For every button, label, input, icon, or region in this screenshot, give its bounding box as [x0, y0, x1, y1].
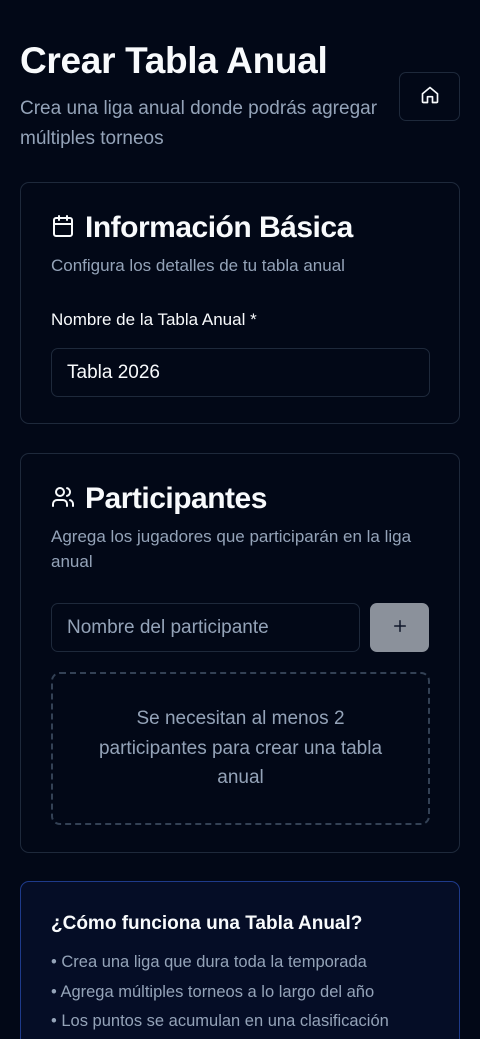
participant-name-input[interactable] [51, 603, 361, 652]
basic-info-description: Configura los detalles de tu tabla anual [51, 256, 345, 275]
add-participant-button[interactable] [370, 603, 429, 652]
calendar-icon [51, 214, 75, 243]
basic-info-header: Información Básica [51, 209, 429, 247]
how-it-works-card: ¿Cómo funciona una Tabla Anual? • Crea u… [20, 881, 460, 1039]
home-icon [420, 85, 440, 108]
participants-card: Participantes Agrega los jugadores que p… [20, 453, 460, 853]
how-it-works-title: ¿Cómo funciona una Tabla Anual? [51, 913, 363, 934]
plus-icon [391, 617, 409, 638]
list-item: • Crea una liga que dura toda la tempora… [51, 953, 367, 971]
participants-empty-state: Se necesitan al menos 2 participantes pa… [51, 672, 430, 825]
page-title: Crear Tabla Anual [20, 40, 328, 81]
participants-description: Agrega los jugadores que participarán en… [51, 527, 412, 571]
how-it-works-list: • Crea una liga que dura toda la tempora… [51, 948, 429, 1037]
home-button[interactable] [399, 72, 460, 121]
participants-header: Participantes [51, 480, 429, 518]
users-icon [51, 485, 75, 514]
add-participant-row [51, 603, 429, 652]
participants-title: Participantes [85, 482, 267, 515]
list-item: • Agrega múltiples torneos a lo largo de… [51, 982, 375, 1001]
empty-state-message: Se necesitan al menos 2 participantes pa… [98, 708, 383, 789]
annual-table-name-input[interactable] [51, 348, 430, 397]
page-subtitle: Crea una liga anual donde podrás agregar… [20, 98, 378, 149]
annual-table-name-label: Nombre de la Tabla Anual * [51, 310, 257, 329]
page-header: Crear Tabla Anual Crea una liga anual do… [20, 0, 460, 154]
list-item: • Los puntos se acumulan en una clasific… [51, 1012, 389, 1030]
basic-info-title: Información Básica [85, 211, 353, 244]
page: Crear Tabla Anual Crea una liga anual do… [0, 0, 480, 1039]
basic-info-card: Información Básica Configura los detalle… [20, 182, 460, 424]
